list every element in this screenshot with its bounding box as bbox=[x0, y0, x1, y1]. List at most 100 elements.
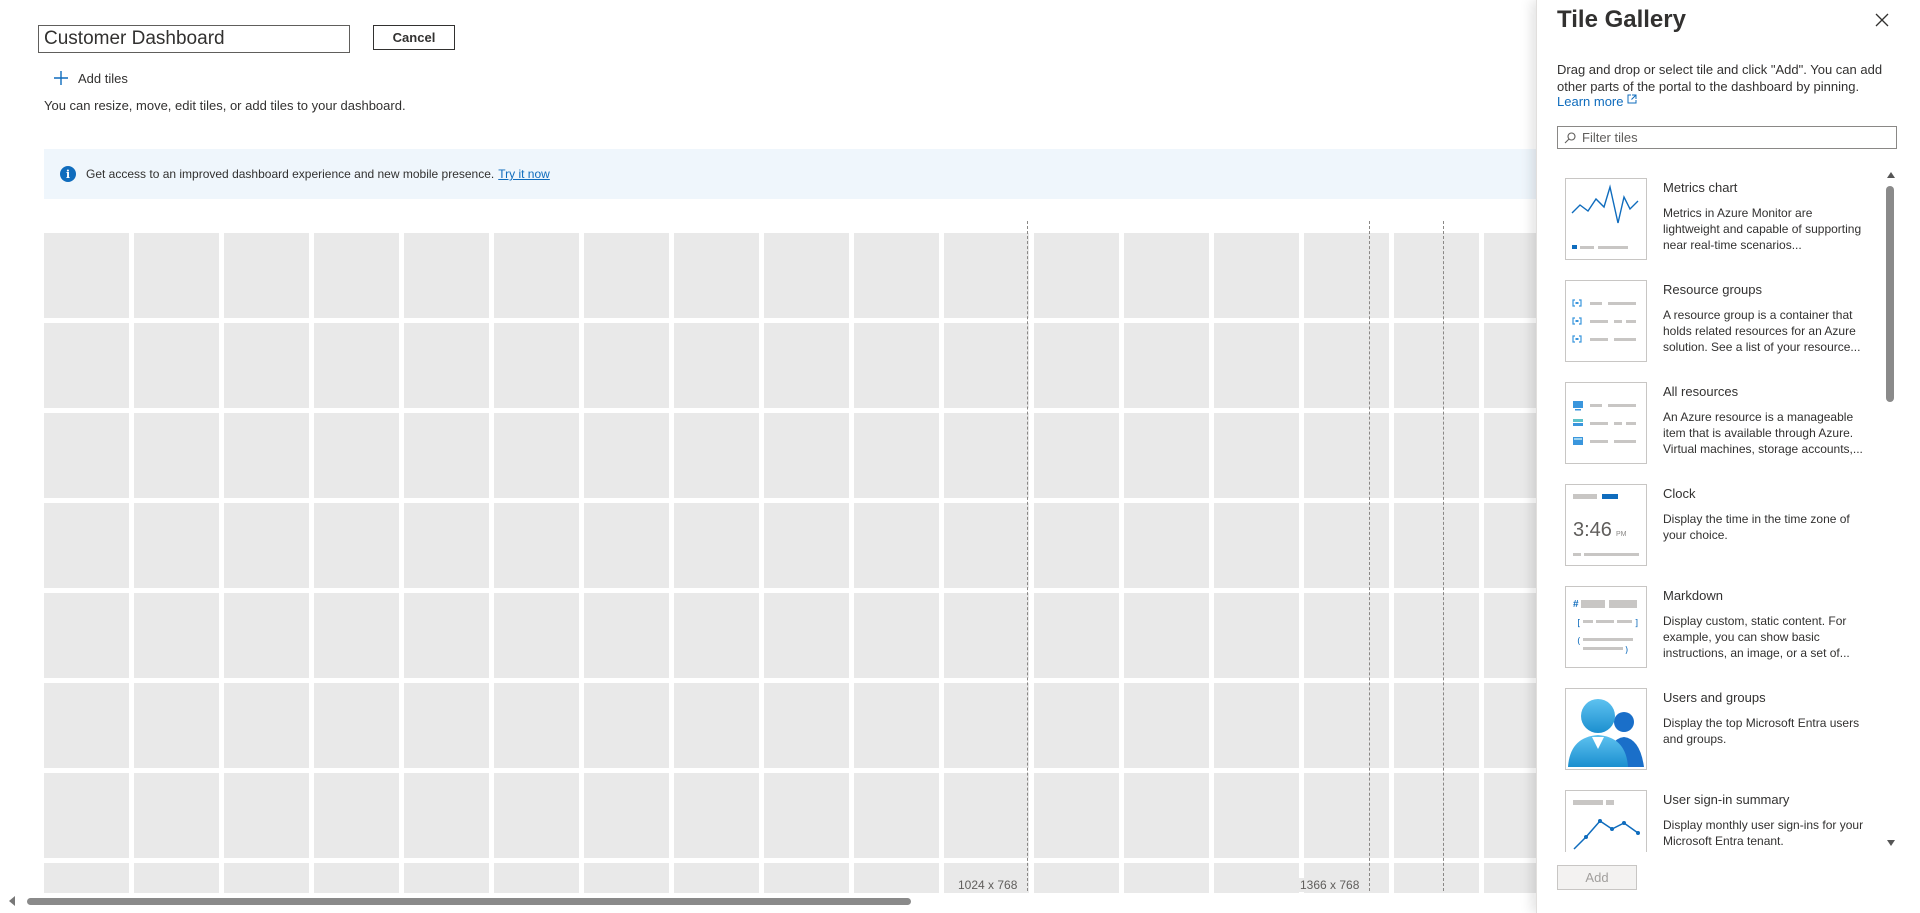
grid-cell[interactable] bbox=[1214, 233, 1299, 318]
grid-cell[interactable] bbox=[314, 683, 399, 768]
grid-cell[interactable] bbox=[854, 863, 939, 893]
grid-cell[interactable] bbox=[404, 863, 489, 893]
grid-cell[interactable] bbox=[944, 593, 1029, 678]
grid-cell[interactable] bbox=[1034, 593, 1119, 678]
grid-cell[interactable] bbox=[224, 233, 309, 318]
grid-cell[interactable] bbox=[764, 413, 849, 498]
grid-cell[interactable] bbox=[1484, 323, 1544, 408]
grid-cell[interactable] bbox=[44, 233, 129, 318]
grid-cell[interactable] bbox=[674, 683, 759, 768]
grid-cell[interactable] bbox=[854, 323, 939, 408]
grid-cell[interactable] bbox=[224, 863, 309, 893]
grid-cell[interactable] bbox=[494, 773, 579, 858]
grid-cell[interactable] bbox=[224, 413, 309, 498]
grid-cell[interactable] bbox=[1034, 233, 1119, 318]
tile-item-clock[interactable]: 3:46 PM Clock Display the time in the ti… bbox=[1565, 478, 1885, 580]
grid-cell[interactable] bbox=[854, 683, 939, 768]
grid-cell[interactable] bbox=[314, 593, 399, 678]
grid-cell[interactable] bbox=[134, 683, 219, 768]
grid-cell[interactable] bbox=[494, 683, 579, 768]
grid-cell[interactable] bbox=[764, 323, 849, 408]
grid-cell[interactable] bbox=[584, 863, 669, 893]
grid-cell[interactable] bbox=[1214, 593, 1299, 678]
grid-cell[interactable] bbox=[404, 503, 489, 588]
grid-cell[interactable] bbox=[134, 863, 219, 893]
close-icon[interactable] bbox=[1872, 10, 1892, 30]
grid-cell[interactable] bbox=[584, 593, 669, 678]
tile-item-user-sign-in-summary[interactable]: User sign-in summary Display monthly use… bbox=[1565, 784, 1885, 852]
grid-cell[interactable] bbox=[944, 683, 1029, 768]
grid-cell[interactable] bbox=[494, 593, 579, 678]
grid-cell[interactable] bbox=[584, 233, 669, 318]
grid-cell[interactable] bbox=[854, 773, 939, 858]
grid-cell[interactable] bbox=[944, 323, 1029, 408]
grid-cell[interactable] bbox=[44, 593, 129, 678]
grid-cell[interactable] bbox=[854, 413, 939, 498]
grid-cell[interactable] bbox=[44, 683, 129, 768]
grid-cell[interactable] bbox=[404, 233, 489, 318]
grid-cell[interactable] bbox=[944, 413, 1029, 498]
scroll-left-arrow-icon[interactable] bbox=[9, 896, 15, 906]
grid-cell[interactable] bbox=[1484, 773, 1544, 858]
grid-cell[interactable] bbox=[674, 863, 759, 893]
grid-cell[interactable] bbox=[854, 503, 939, 588]
grid-cell[interactable] bbox=[1034, 683, 1119, 768]
tile-item-all-resources[interactable]: All resources An Azure resource is a man… bbox=[1565, 376, 1885, 478]
grid-cell[interactable] bbox=[1394, 773, 1479, 858]
tile-item-markdown[interactable]: # [ ] ( ) Markdown Display custom, stati… bbox=[1565, 580, 1885, 682]
learn-more-link[interactable]: Learn more bbox=[1557, 94, 1637, 109]
grid-cell[interactable] bbox=[44, 503, 129, 588]
grid-cell[interactable] bbox=[1124, 323, 1209, 408]
grid-cell[interactable] bbox=[1034, 773, 1119, 858]
grid-cell[interactable] bbox=[314, 773, 399, 858]
horizontal-scroll-thumb[interactable] bbox=[27, 898, 911, 905]
grid-cell[interactable] bbox=[1034, 863, 1119, 893]
grid-cell[interactable] bbox=[1484, 503, 1544, 588]
grid-cell[interactable] bbox=[44, 773, 129, 858]
vertical-scroll-thumb[interactable] bbox=[1886, 186, 1894, 402]
grid-cell[interactable] bbox=[314, 323, 399, 408]
try-it-now-link[interactable]: Try it now bbox=[498, 167, 550, 181]
grid-cell[interactable] bbox=[224, 593, 309, 678]
grid-cell[interactable] bbox=[1394, 863, 1479, 893]
grid-cell[interactable] bbox=[404, 593, 489, 678]
grid-cell[interactable] bbox=[584, 503, 669, 588]
tile-item-resource-groups[interactable]: Resource groups A resource group is a co… bbox=[1565, 274, 1885, 376]
grid-cell[interactable] bbox=[134, 503, 219, 588]
grid-cell[interactable] bbox=[1124, 773, 1209, 858]
grid-cell[interactable] bbox=[1484, 863, 1544, 893]
grid-cell[interactable] bbox=[224, 773, 309, 858]
grid-cell[interactable] bbox=[44, 863, 129, 893]
scroll-down-arrow-icon[interactable] bbox=[1887, 840, 1895, 846]
grid-cell[interactable] bbox=[494, 233, 579, 318]
tile-list[interactable]: Metrics chart Metrics in Azure Monitor a… bbox=[1565, 172, 1885, 852]
grid-cell[interactable] bbox=[1214, 773, 1299, 858]
grid-cell[interactable] bbox=[1124, 233, 1209, 318]
grid-cell[interactable] bbox=[1304, 683, 1389, 768]
grid-cell[interactable] bbox=[494, 413, 579, 498]
grid-cell[interactable] bbox=[1484, 593, 1544, 678]
grid-cell[interactable] bbox=[44, 323, 129, 408]
grid-cell[interactable] bbox=[1124, 863, 1209, 893]
grid-cell[interactable] bbox=[764, 773, 849, 858]
grid-cell[interactable] bbox=[674, 233, 759, 318]
grid-cell[interactable] bbox=[764, 593, 849, 678]
grid-cell[interactable] bbox=[134, 233, 219, 318]
grid-cell[interactable] bbox=[674, 503, 759, 588]
grid-cell[interactable] bbox=[1484, 233, 1544, 318]
grid-cell[interactable] bbox=[944, 773, 1029, 858]
grid-cell[interactable] bbox=[1214, 503, 1299, 588]
grid-cell[interactable] bbox=[764, 683, 849, 768]
grid-cell[interactable] bbox=[404, 413, 489, 498]
grid-cell[interactable] bbox=[1304, 233, 1389, 318]
grid-cell[interactable] bbox=[1394, 683, 1479, 768]
grid-cell[interactable] bbox=[1304, 503, 1389, 588]
scroll-up-arrow-icon[interactable] bbox=[1887, 172, 1895, 178]
grid-cell[interactable] bbox=[1394, 593, 1479, 678]
add-tiles-button[interactable]: Add tiles bbox=[52, 68, 128, 88]
grid-cell[interactable] bbox=[1034, 413, 1119, 498]
grid-cell[interactable] bbox=[764, 233, 849, 318]
grid-cell[interactable] bbox=[224, 503, 309, 588]
cancel-button[interactable]: Cancel bbox=[373, 25, 455, 50]
grid-cell[interactable] bbox=[1124, 413, 1209, 498]
